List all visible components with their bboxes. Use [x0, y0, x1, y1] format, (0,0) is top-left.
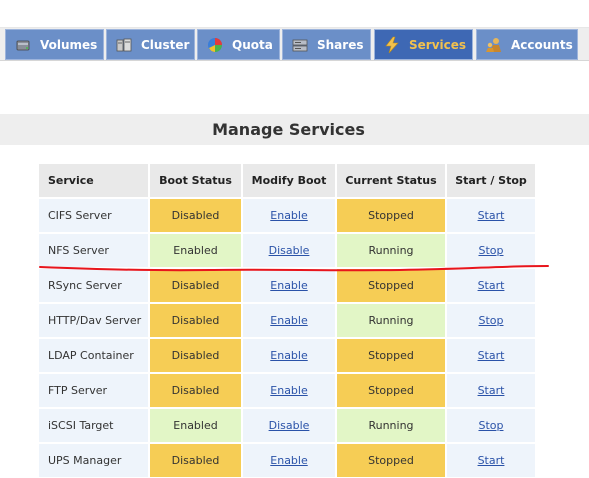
current-status-cell: Stopped: [337, 444, 445, 477]
modify-boot-link[interactable]: Enable: [270, 349, 307, 362]
table-row: CIFS Server Disabled Enable Stopped Star…: [39, 199, 535, 232]
start-stop-link[interactable]: Stop: [478, 244, 503, 257]
current-status-cell: Stopped: [337, 374, 445, 407]
column-header-modify-boot: Modify Boot: [243, 164, 335, 197]
tab-label: Quota: [232, 37, 273, 52]
tab-label: Cluster: [141, 37, 190, 52]
current-status-cell: Stopped: [337, 269, 445, 302]
tab-cluster[interactable]: Cluster: [106, 29, 195, 60]
start-stop-link[interactable]: Start: [478, 384, 505, 397]
modify-boot-cell: Disable: [243, 234, 335, 267]
cluster-icon: [115, 36, 133, 54]
modify-boot-link[interactable]: Enable: [270, 279, 307, 292]
boot-status-cell: Disabled: [150, 199, 241, 232]
column-header-start-stop: Start / Stop: [447, 164, 535, 197]
start-stop-link[interactable]: Start: [478, 209, 505, 222]
current-status-cell: Running: [337, 409, 445, 442]
start-stop-cell: Start: [447, 339, 535, 372]
volumes-icon: [14, 36, 32, 54]
shares-icon: [291, 36, 309, 54]
start-stop-link[interactable]: Stop: [478, 419, 503, 432]
boot-status-cell: Disabled: [150, 374, 241, 407]
tab-label: Shares: [317, 37, 364, 52]
start-stop-cell: Stop: [447, 234, 535, 267]
current-status-cell: Running: [337, 304, 445, 337]
tab-shares[interactable]: Shares: [282, 29, 371, 60]
table-row: HTTP/Dav Server Disabled Enable Running …: [39, 304, 535, 337]
start-stop-cell: Start: [447, 444, 535, 477]
tab-services[interactable]: Services: [374, 29, 473, 60]
service-name: FTP Server: [39, 374, 148, 407]
start-stop-cell: Stop: [447, 409, 535, 442]
tab-label: Accounts: [511, 37, 573, 52]
start-stop-cell: Start: [447, 199, 535, 232]
boot-status-cell: Disabled: [150, 444, 241, 477]
boot-status-cell: Enabled: [150, 409, 241, 442]
tab-accounts[interactable]: Accounts: [476, 29, 578, 60]
start-stop-cell: Stop: [447, 304, 535, 337]
modify-boot-cell: Enable: [243, 374, 335, 407]
accounts-icon: [485, 36, 503, 54]
boot-status-cell: Disabled: [150, 269, 241, 302]
table-row: FTP Server Disabled Enable Stopped Start: [39, 374, 535, 407]
service-name: NFS Server: [39, 234, 148, 267]
table-row: UPS Manager Disabled Enable Stopped Star…: [39, 444, 535, 477]
tab-volumes[interactable]: Volumes: [5, 29, 104, 60]
section-header: Manage Services: [0, 114, 589, 145]
nav-tab-bar: Volumes Cluster Quota Shares Services Ac…: [0, 28, 589, 61]
tab-label: Volumes: [40, 37, 98, 52]
boot-status-cell: Enabled: [150, 234, 241, 267]
service-name: iSCSI Target: [39, 409, 148, 442]
start-stop-cell: Start: [447, 269, 535, 302]
top-bar: [0, 0, 589, 28]
modify-boot-cell: Enable: [243, 269, 335, 302]
modify-boot-link[interactable]: Enable: [270, 314, 307, 327]
modify-boot-cell: Enable: [243, 304, 335, 337]
table-header-row: Service Boot Status Modify Boot Current …: [39, 164, 535, 197]
start-stop-link[interactable]: Stop: [478, 314, 503, 327]
modify-boot-cell: Enable: [243, 339, 335, 372]
column-header-current-status: Current Status: [337, 164, 445, 197]
start-stop-link[interactable]: Start: [478, 279, 505, 292]
boot-status-cell: Disabled: [150, 339, 241, 372]
start-stop-link[interactable]: Start: [478, 349, 505, 362]
service-name: RSync Server: [39, 269, 148, 302]
start-stop-cell: Start: [447, 374, 535, 407]
modify-boot-cell: Enable: [243, 444, 335, 477]
service-name: HTTP/Dav Server: [39, 304, 148, 337]
tab-label: Services: [409, 37, 467, 52]
service-name: UPS Manager: [39, 444, 148, 477]
modify-boot-cell: Disable: [243, 409, 335, 442]
column-header-service: Service: [39, 164, 148, 197]
quota-icon: [206, 36, 224, 54]
page-title: Manage Services: [212, 120, 365, 139]
table-row: LDAP Container Disabled Enable Stopped S…: [39, 339, 535, 372]
modify-boot-link[interactable]: Enable: [270, 384, 307, 397]
table-row: RSync Server Disabled Enable Stopped Sta…: [39, 269, 535, 302]
table-row: NFS Server Enabled Disable Running Stop: [39, 234, 535, 267]
boot-status-cell: Disabled: [150, 304, 241, 337]
services-icon: [383, 36, 401, 54]
modify-boot-link[interactable]: Enable: [270, 454, 307, 467]
services-table: Service Boot Status Modify Boot Current …: [37, 162, 537, 478]
start-stop-link[interactable]: Start: [478, 454, 505, 467]
service-name: LDAP Container: [39, 339, 148, 372]
service-name: CIFS Server: [39, 199, 148, 232]
table-row: iSCSI Target Enabled Disable Running Sto…: [39, 409, 535, 442]
current-status-cell: Stopped: [337, 199, 445, 232]
modify-boot-link[interactable]: Disable: [269, 244, 310, 257]
current-status-cell: Stopped: [337, 339, 445, 372]
current-status-cell: Running: [337, 234, 445, 267]
modify-boot-link[interactable]: Disable: [269, 419, 310, 432]
column-header-boot-status: Boot Status: [150, 164, 241, 197]
tab-quota[interactable]: Quota: [197, 29, 280, 60]
modify-boot-link[interactable]: Enable: [270, 209, 307, 222]
modify-boot-cell: Enable: [243, 199, 335, 232]
